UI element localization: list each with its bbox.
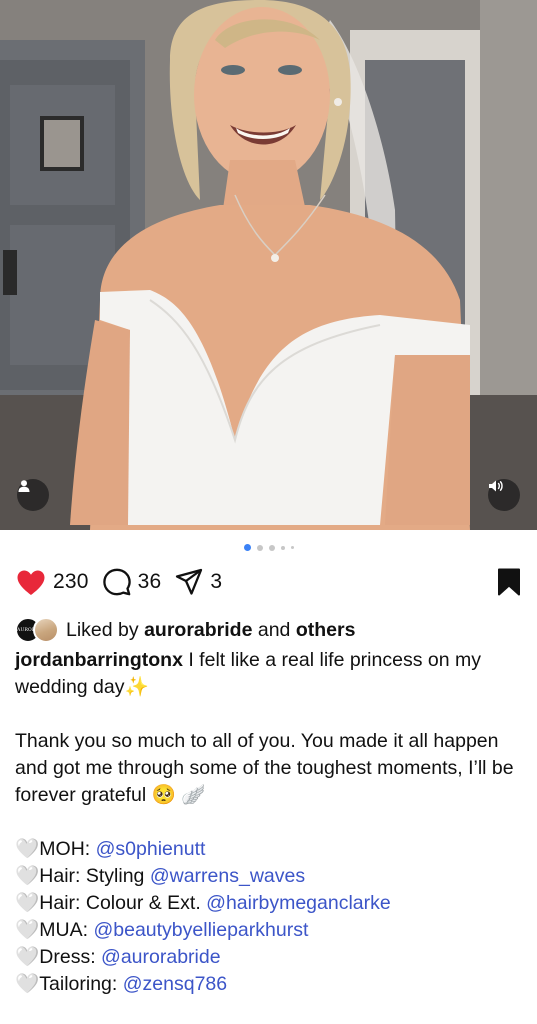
credit-label: Tailoring: xyxy=(39,973,123,995)
credits-list: 🤍MOH: @s0phienutt 🤍Hair: Styling @warrens… xyxy=(15,836,521,998)
share-button[interactable]: 3 xyxy=(175,568,222,596)
post-photo-illustration xyxy=(0,0,537,530)
carousel-dot xyxy=(280,545,285,550)
tagged-users-button[interactable] xyxy=(17,479,49,511)
white-heart-emoji: 🤍 xyxy=(15,838,40,860)
credit-line: 🤍Tailoring: @zensq786 xyxy=(15,971,521,998)
heart-filled-icon xyxy=(17,570,45,595)
white-heart-emoji: 🤍 xyxy=(15,865,40,887)
post-action-bar: 230 36 3 xyxy=(16,565,521,599)
post-caption: jordanbarringtonx I felt like a real lif… xyxy=(15,647,521,998)
credit-line: 🤍Hair: Styling @warrens_waves xyxy=(15,863,521,890)
credit-label: Hair: Styling xyxy=(39,865,150,887)
credit-line: 🤍MUA: @beautybyellieparkhurst xyxy=(15,917,521,944)
credit-handle-link[interactable]: @beautybyellieparkhurst xyxy=(93,919,308,941)
carousel-indicator xyxy=(0,544,537,551)
comment-button[interactable]: 36 xyxy=(102,568,162,596)
caption-paragraph: Thank you so much to all of you. You mad… xyxy=(15,730,514,806)
credit-label: Hair: Colour & Ext. xyxy=(39,892,207,914)
credit-label: MOH: xyxy=(39,838,96,860)
avatar xyxy=(33,617,59,643)
caption-username[interactable]: jordanbarringtonx xyxy=(15,649,183,671)
carousel-dot-active xyxy=(243,544,251,551)
white-heart-emoji: 🤍 xyxy=(15,946,40,968)
comments-count: 36 xyxy=(137,570,162,593)
credit-handle-link[interactable]: @hairbymeganclarke xyxy=(206,892,391,914)
credit-line: 🤍Dress: @aurorabride xyxy=(15,944,521,971)
liked-by-others[interactable]: others xyxy=(296,619,356,642)
credit-line: 🤍Hair: Colour & Ext. @hairbymeganclarke xyxy=(15,890,521,917)
caption-first-line: jordanbarringtonx I felt like a real lif… xyxy=(15,647,521,701)
shares-count: 3 xyxy=(210,570,223,593)
credit-line: 🤍MOH: @s0phienutt xyxy=(15,836,521,863)
comment-icon xyxy=(102,568,131,596)
person-icon xyxy=(18,480,30,492)
liked-by-prefix: Liked by xyxy=(66,618,139,641)
carousel-dot xyxy=(268,544,275,551)
save-button[interactable] xyxy=(497,568,521,601)
liked-by-row[interactable]: AURORA Liked by aurorabride and others xyxy=(15,617,522,643)
liked-by-avatars: AURORA xyxy=(15,617,60,643)
bookmark-filled-icon xyxy=(498,568,520,596)
credit-handle-link[interactable]: @s0phienutt xyxy=(96,838,206,860)
paper-plane-icon xyxy=(176,568,203,595)
credit-handle-link[interactable]: @aurorabride xyxy=(101,946,221,968)
white-heart-emoji: 🤍 xyxy=(15,973,40,995)
liked-by-user[interactable]: aurorabride xyxy=(144,619,252,642)
post-photo[interactable] xyxy=(0,0,537,530)
liked-by-connector: and xyxy=(257,618,291,641)
credit-label: MUA: xyxy=(39,919,94,941)
carousel-dot xyxy=(256,544,263,551)
audio-toggle-button[interactable] xyxy=(488,479,520,511)
likes-count[interactable]: 230 xyxy=(53,570,89,594)
like-button[interactable]: 230 xyxy=(16,569,89,596)
carousel-dot xyxy=(290,546,294,549)
credit-label: Dress: xyxy=(39,946,102,968)
credit-handle-link[interactable]: @warrens_waves xyxy=(150,865,305,887)
speaker-icon xyxy=(489,480,503,492)
credit-handle-link[interactable]: @zensq786 xyxy=(123,973,227,995)
white-heart-emoji: 🤍 xyxy=(15,919,40,941)
white-heart-emoji: 🤍 xyxy=(15,892,40,914)
